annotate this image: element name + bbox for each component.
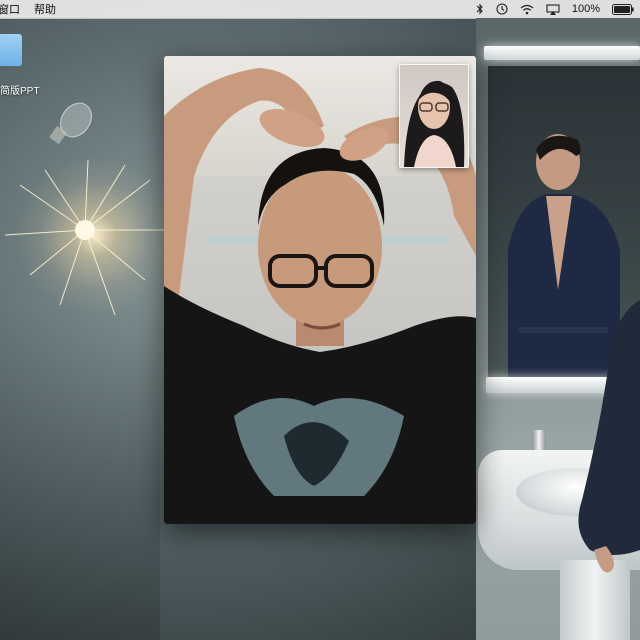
battery-percent[interactable]: 100% xyxy=(572,3,600,15)
menu-bar-left: 窗口 帮助 xyxy=(0,1,56,17)
airplay-icon[interactable] xyxy=(546,3,560,15)
self-view-video[interactable] xyxy=(399,64,469,168)
menu-item-help[interactable]: 帮助 xyxy=(34,1,56,17)
wallpaper-shade xyxy=(0,300,160,640)
clock-icon[interactable] xyxy=(496,3,508,15)
person-arm-sleeve xyxy=(578,300,640,573)
menu-bar-status: 100% xyxy=(476,0,634,18)
battery-icon[interactable] xyxy=(612,3,634,15)
light-bulb-icon xyxy=(49,102,92,145)
facetime-window[interactable] xyxy=(164,56,476,524)
folder-icon[interactable] xyxy=(0,34,22,66)
bluetooth-icon[interactable] xyxy=(476,3,484,15)
self-view-person xyxy=(404,80,465,167)
mirror-light-top xyxy=(484,46,640,60)
wifi-icon[interactable] xyxy=(520,4,534,15)
menu-item-window[interactable]: 窗口 xyxy=(0,1,20,17)
menu-bar: 窗口 帮助 100% xyxy=(0,0,640,19)
